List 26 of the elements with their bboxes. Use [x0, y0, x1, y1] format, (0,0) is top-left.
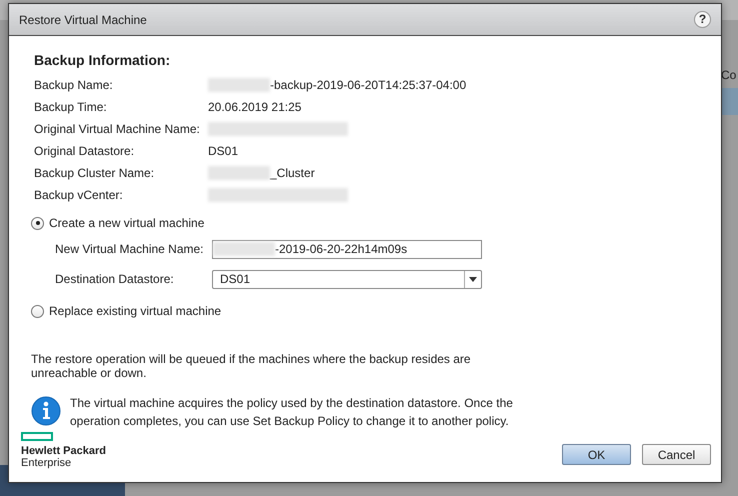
datastore-dropdown[interactable]: DS01: [212, 270, 482, 288]
field-label: Backup Cluster Name:: [34, 166, 156, 180]
info-message: The virtual machine acquires the policy used by the destination datastore. Once the operation completes, you can use Set Backup Policy to change it to another policy.: [70, 395, 514, 430]
help-button[interactable]: ?: [694, 11, 711, 28]
brand-name: Hewlett Packard: [21, 445, 106, 457]
field-label: Backup Time:: [34, 100, 108, 114]
field-label: Backup Name:: [34, 78, 114, 92]
field-value: _Cluster: [270, 166, 315, 180]
field-label: Original Datastore:: [34, 144, 136, 158]
window-title: Restore Virtual Machine: [19, 12, 147, 26]
brand-name: Enterprise: [21, 457, 72, 469]
cancel-button[interactable]: Cancel: [642, 444, 711, 465]
section-heading: Backup Information:: [34, 52, 172, 68]
column-header: Co: [721, 68, 736, 82]
radio-label[interactable]: Create a new virtual machine: [49, 216, 204, 230]
field-label: Destination Datastore:: [55, 272, 175, 286]
name-field[interactable]: -2019-06-20-22h14m09s: [212, 240, 482, 258]
field-label: New Virtual Machine Name:: [55, 242, 205, 256]
field-value: 20.06.2019 21:25: [208, 100, 302, 114]
field-label: Original Virtual Machine Name:: [34, 122, 201, 136]
note-text: The restore operation will be queued if the machines where the backup resides are unreachable or down.: [31, 352, 472, 380]
field-value: DS01: [208, 144, 238, 158]
ok-button[interactable]: OK: [562, 444, 631, 465]
radio-label[interactable]: Replace existing virtual machine: [49, 304, 222, 318]
field-value: -backup-2019-06-20T14:25:37-04:00: [270, 78, 466, 92]
field-label: Backup vCenter:: [34, 188, 124, 202]
